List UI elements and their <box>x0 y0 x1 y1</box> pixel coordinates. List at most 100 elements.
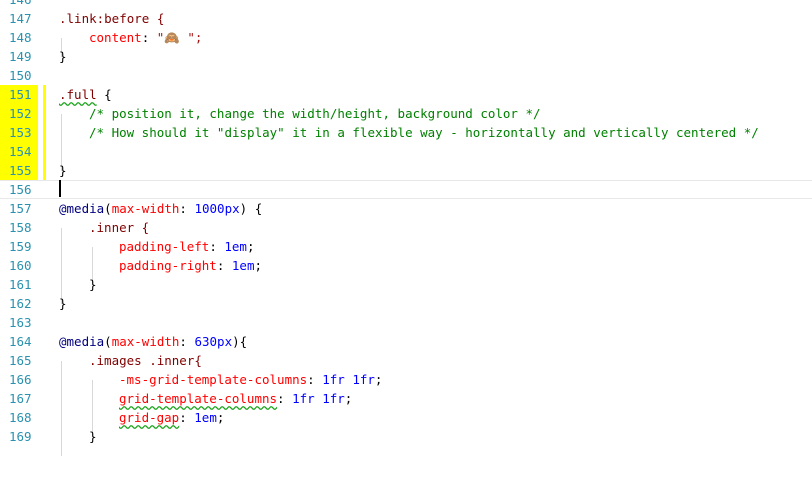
css-value: 1em <box>224 239 247 254</box>
code-line[interactable]: 167 grid-template-columns: 1fr 1fr; <box>0 389 812 408</box>
code-text: } <box>59 161 67 180</box>
line-gutter-highlighted: 154 <box>0 142 38 161</box>
line-gutter: 150 <box>0 66 40 85</box>
line-number: 164 <box>9 334 32 349</box>
css-comment: /* How should it "display" it in a flexi… <box>89 125 759 140</box>
code-editor[interactable]: 146 147 .link:before { 148 content: "🙈 "… <box>0 0 812 460</box>
code-line[interactable]: 160 padding-right: 1em; <box>0 256 812 275</box>
line-number: 158 <box>9 220 32 235</box>
css-semicolon: ; <box>374 372 383 387</box>
css-semicolon: ; <box>246 239 255 254</box>
css-selector: .link:before { <box>59 11 165 26</box>
code-line[interactable]: 154 <box>0 142 812 161</box>
line-number: 153 <box>9 125 32 140</box>
line-number: 162 <box>9 296 32 311</box>
line-gutter: 163 <box>0 313 40 332</box>
css-value: 1fr 1fr <box>292 391 345 406</box>
code-line[interactable]: 166 -ms-grid-template-columns: 1fr 1fr; <box>0 370 812 389</box>
css-colon: : <box>277 391 293 406</box>
code-line[interactable]: 146 <box>0 0 812 9</box>
text-cursor <box>59 180 61 197</box>
change-marker <box>43 142 46 161</box>
css-brace: } <box>59 49 67 64</box>
code-line[interactable]: 159 padding-left: 1em; <box>0 237 812 256</box>
code-text: grid-gap: 1em; <box>119 408 224 427</box>
line-number: 152 <box>9 106 32 121</box>
css-value: 1em <box>194 410 217 425</box>
code-line[interactable]: 152 /* position it, change the width/hei… <box>0 104 812 123</box>
css-at-rule: @media <box>59 201 105 216</box>
code-text: padding-left: 1em; <box>119 237 254 256</box>
line-gutter: 159 <box>0 237 40 256</box>
css-brace: } <box>89 429 97 444</box>
line-number: 159 <box>9 239 32 254</box>
css-colon: : <box>179 201 195 216</box>
code-line[interactable]: 157 @media(max-width: 1000px) { <box>0 199 812 218</box>
code-line[interactable]: 153 /* How should it "display" it in a f… <box>0 123 812 142</box>
code-text: @media(max-width: 630px){ <box>59 332 247 351</box>
line-number: 166 <box>9 372 32 387</box>
css-property: max-width <box>111 334 180 349</box>
line-number: 160 <box>9 258 32 273</box>
change-marker <box>43 85 46 104</box>
css-brace: } <box>59 163 67 178</box>
line-number: 148 <box>9 30 32 45</box>
line-gutter: 157 <box>0 199 40 218</box>
code-line[interactable]: 148 content: "🙈 "; <box>0 28 812 47</box>
css-semicolon: ; <box>254 258 263 273</box>
code-line[interactable]: 147 .link:before { <box>0 9 812 28</box>
code-line[interactable]: 158 .inner { <box>0 218 812 237</box>
code-text: content: "🙈 "; <box>89 28 202 47</box>
line-gutter: 148 <box>0 28 40 47</box>
line-gutter-highlighted: 155 <box>0 161 38 180</box>
code-line[interactable]: 168 grid-gap: 1em; <box>0 408 812 427</box>
line-number: 161 <box>9 277 32 292</box>
code-line[interactable]: 169 } <box>0 427 812 446</box>
line-gutter: 149 <box>0 47 40 66</box>
change-marker <box>43 104 46 123</box>
line-gutter: 156 <box>0 181 40 200</box>
css-property: padding-left <box>119 239 210 254</box>
css-colon: : <box>179 334 195 349</box>
code-line[interactable]: 164 @media(max-width: 630px){ <box>0 332 812 351</box>
css-property: -ms-grid-template-columns <box>119 372 308 387</box>
css-property-warning: grid-template-columns <box>119 391 278 406</box>
line-number: 168 <box>9 410 32 425</box>
code-line[interactable]: 151 .full { <box>0 85 812 104</box>
code-text: .full { <box>59 85 112 104</box>
css-colon: : <box>179 410 195 425</box>
css-brace: { <box>96 87 112 102</box>
code-text: } <box>59 294 67 313</box>
code-line[interactable]: 155 } <box>0 161 812 180</box>
code-text: .link:before { <box>59 9 164 28</box>
code-text: .images .inner{ <box>89 351 202 370</box>
code-line[interactable]: 165 .images .inner{ <box>0 351 812 370</box>
css-property: max-width <box>111 201 180 216</box>
line-gutter-highlighted: 153 <box>0 123 38 142</box>
line-number: 146 <box>9 0 32 9</box>
line-gutter: 158 <box>0 218 40 237</box>
code-text: /* How should it "display" it in a flexi… <box>89 123 759 142</box>
code-text: grid-template-columns: 1fr 1fr; <box>119 389 352 408</box>
code-line-current[interactable]: 156 <box>0 180 812 199</box>
code-line[interactable]: 161 } <box>0 275 812 294</box>
code-line[interactable]: 163 <box>0 313 812 332</box>
css-property: padding-right <box>119 258 217 273</box>
code-line[interactable]: 162 } <box>0 294 812 313</box>
code-line[interactable]: 149 } <box>0 47 812 66</box>
code-text: } <box>59 47 67 66</box>
see-no-evil-monkey-emoji: 🙈 <box>164 30 180 45</box>
line-number: 151 <box>9 87 32 102</box>
line-gutter: 167 <box>0 389 40 408</box>
code-text: .inner { <box>89 218 149 237</box>
css-selector: .images .inner{ <box>89 353 202 368</box>
code-line[interactable]: 150 <box>0 66 812 85</box>
line-gutter: 147 <box>0 9 40 28</box>
line-number: 150 <box>9 68 32 83</box>
line-gutter: 164 <box>0 332 40 351</box>
css-string-close: "; <box>179 30 203 45</box>
line-number: 149 <box>9 49 32 64</box>
line-number: 163 <box>9 315 32 330</box>
css-string-open: " <box>149 30 165 45</box>
line-gutter: 169 <box>0 427 40 446</box>
